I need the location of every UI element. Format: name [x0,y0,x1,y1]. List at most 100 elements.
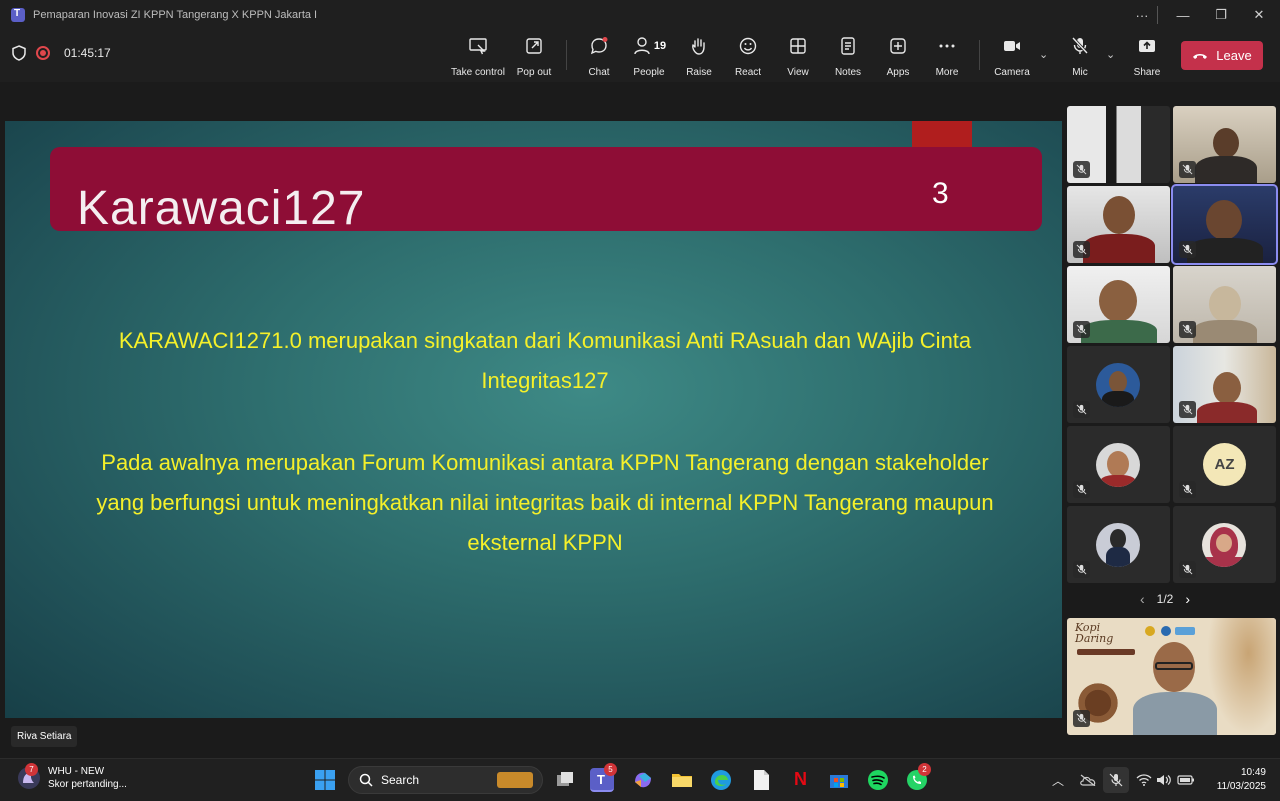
taskbar-clock[interactable]: 10:49 11/03/2025 [1200,766,1266,794]
participant-tile-speaking[interactable] [1171,184,1278,265]
participant-tile[interactable]: AZ [1173,426,1276,503]
previous-page-chevron-icon[interactable]: ‹ [1140,591,1145,607]
mic-off-icon [1073,241,1090,258]
mic-off-icon [1071,36,1089,55]
participant-tile[interactable] [1173,506,1276,583]
whatsapp-button[interactable]: 2 [905,763,931,792]
wifi-icon[interactable] [1135,759,1153,801]
meeting-timer: 01:45:17 [64,46,111,60]
mic-off-icon [1179,561,1196,578]
notes-button[interactable]: Notes [834,36,862,78]
camera-options-chevron-icon[interactable]: ⌄ [1039,48,1048,61]
page-indicator: 1/2 [1156,592,1174,606]
share-button[interactable]: Share [1133,36,1161,78]
battery-icon[interactable] [1176,759,1196,801]
search-icon [359,773,373,787]
more-options-icon[interactable]: ··· [1123,0,1161,30]
titlebar-divider [1157,6,1158,24]
recording-icon [36,46,50,60]
file-explorer-button[interactable] [670,768,694,792]
mic-off-icon [1073,561,1090,578]
search-label: Search [381,773,420,787]
teams-taskbar-button[interactable]: T 5 [590,763,617,792]
edge-button[interactable] [709,768,733,792]
take-control-icon [469,38,487,55]
clock-time: 10:49 [1240,767,1266,778]
task-view-button[interactable] [553,768,577,792]
slide-paragraph-2: Pada awalnya merupakan Forum Komunikasi … [96,450,994,555]
participant-face [1209,286,1241,322]
mic-off-icon [1179,401,1196,418]
copilot-button[interactable] [631,768,655,792]
participant-body [1197,402,1257,423]
raise-hand-button[interactable]: Raise [686,36,712,78]
document-icon [754,770,769,790]
mic-options-chevron-icon[interactable]: ⌄ [1106,48,1115,61]
shield-icon[interactable] [12,45,26,61]
news-widget[interactable]: 7 WHU - NEW Skor pertanding... [18,763,127,791]
start-button[interactable] [313,768,337,792]
participant-tile[interactable] [1173,346,1276,423]
slide-number: 3 [932,177,949,210]
leave-button[interactable]: Leave [1181,41,1263,70]
shared-slide: Karawaci127 3 KARAWACI1271.0 merupakan s… [5,121,1062,718]
apps-button[interactable]: Apps [885,36,911,78]
mic-off-icon [1073,321,1090,338]
teams-app-icon [11,8,25,22]
people-indicator: 19 [632,36,666,56]
mic-off-icon [1073,161,1090,178]
teams-icon: T [597,772,605,787]
participant-tile[interactable] [1067,186,1170,263]
show-hidden-icons-chevron-icon[interactable]: ︿ [1048,759,1068,801]
mic-muted-tray-icon[interactable] [1103,767,1129,793]
minimize-button[interactable]: — [1164,0,1202,30]
participant-tile[interactable] [1173,106,1276,183]
participant-face [1099,280,1137,322]
take-control-button[interactable]: Take control [451,36,505,78]
participant-tile[interactable] [1067,266,1170,343]
participant-avatar [1096,523,1140,567]
participant-tile[interactable] [1067,426,1170,503]
store-icon [830,775,848,788]
notepad-button[interactable] [749,768,773,792]
onedrive-icon[interactable] [1076,759,1100,801]
meeting-toolbar: 01:45:17 Take control Pop out Chat 19 Pe… [0,30,1280,82]
window-titlebar: Pemaparan Inovasi ZI KPPN Tangerang X KP… [0,0,1280,30]
partner-logo-icon [1161,626,1171,636]
participant-tile[interactable] [1067,506,1170,583]
store-button[interactable] [827,768,851,792]
copilot-icon [635,772,651,788]
participant-body [1193,320,1257,343]
participant-tile[interactable] [1067,106,1170,183]
participant-tile[interactable] [1067,346,1170,423]
participant-tile[interactable] [1173,266,1276,343]
next-page-chevron-icon[interactable]: › [1185,591,1190,607]
mic-off-icon [1073,710,1090,727]
participant-face [1206,200,1242,240]
people-button[interactable]: 19 People [630,36,668,78]
slide-title-banner: Karawaci127 3 [50,147,1042,235]
edge-icon [711,770,731,790]
windows-logo-icon [315,770,335,790]
spotify-button[interactable] [866,768,890,792]
netflix-button[interactable]: N [788,768,812,792]
featured-participant-tile[interactable]: Kopi Daring [1067,618,1276,735]
maximize-button[interactable]: ❐ [1202,0,1240,30]
react-button[interactable]: React [735,36,761,78]
close-window-button[interactable]: ✕ [1240,0,1278,30]
taskbar-search-box[interactable]: Search [348,766,543,794]
pop-out-button[interactable]: Pop out [515,36,553,78]
camera-button[interactable]: Camera [994,36,1030,78]
more-button[interactable]: More [934,36,960,78]
chat-button[interactable]: Chat [586,36,612,78]
pop-out-icon [526,38,542,54]
toolbar-divider [566,40,567,70]
news-badge: 7 [25,763,38,776]
volume-icon[interactable] [1155,759,1173,801]
view-button[interactable]: View [786,36,810,78]
meeting-status: 01:45:17 [12,45,111,61]
mic-button[interactable]: Mic [1067,36,1093,78]
mic-off-icon [1179,481,1196,498]
news-text: WHU - NEW Skor pertanding... [48,765,127,791]
people-count: 19 [653,40,667,52]
